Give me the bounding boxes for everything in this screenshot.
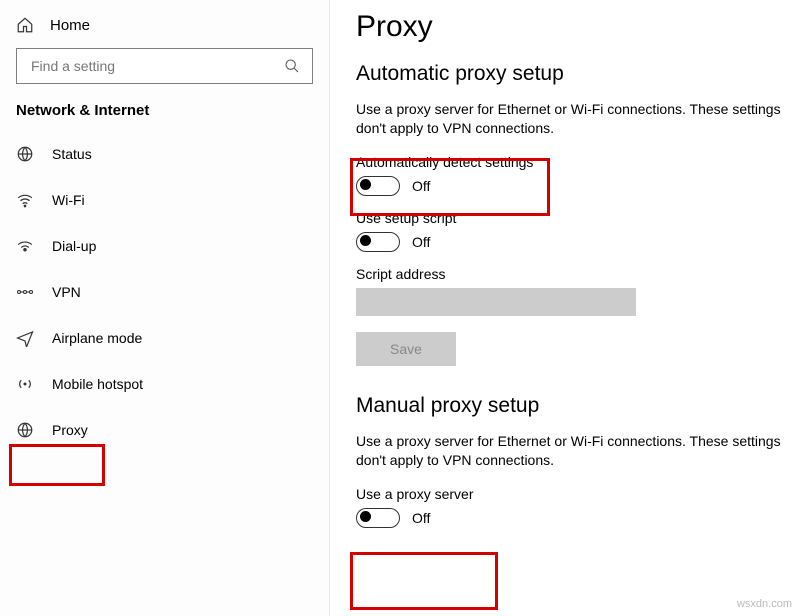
script-address-input[interactable] (356, 288, 636, 316)
vpn-icon (16, 283, 34, 301)
sidebar-item-hotspot[interactable]: Mobile hotspot (0, 361, 329, 407)
detect-label: Automatically detect settings (356, 154, 800, 170)
script-label: Use setup script (356, 210, 800, 226)
sidebar: Home Network & Internet Status (0, 0, 330, 616)
search-icon (284, 58, 300, 74)
script-toggle[interactable] (356, 232, 400, 252)
hotspot-icon (16, 375, 34, 393)
page-title: Proxy (356, 10, 800, 44)
use-proxy-toggle[interactable] (356, 508, 400, 528)
save-button[interactable]: Save (356, 332, 456, 366)
detect-toggle[interactable] (356, 176, 400, 196)
script-state: Off (412, 234, 430, 250)
sidebar-item-proxy[interactable]: Proxy (0, 407, 329, 453)
use-proxy-label: Use a proxy server (356, 486, 800, 502)
search-box[interactable] (16, 48, 313, 84)
auto-desc: Use a proxy server for Ethernet or Wi-Fi… (356, 100, 786, 138)
sidebar-item-label: VPN (52, 284, 81, 300)
sidebar-item-vpn[interactable]: VPN (0, 269, 329, 315)
home-label: Home (50, 17, 90, 34)
wifi-icon (16, 191, 34, 209)
home-link[interactable]: Home (0, 12, 329, 48)
sidebar-item-airplane[interactable]: Airplane mode (0, 315, 329, 361)
address-label: Script address (356, 266, 800, 282)
manual-heading: Manual proxy setup (356, 394, 800, 418)
sidebar-item-label: Proxy (52, 422, 88, 438)
sidebar-item-label: Wi-Fi (52, 192, 85, 208)
auto-heading: Automatic proxy setup (356, 62, 800, 86)
sidebar-item-status[interactable]: Status (0, 131, 329, 177)
sidebar-item-dialup[interactable]: Dial-up (0, 223, 329, 269)
search-input[interactable] (29, 57, 284, 75)
category-heading: Network & Internet (0, 102, 329, 131)
status-icon (16, 145, 34, 163)
sidebar-item-wifi[interactable]: Wi-Fi (0, 177, 329, 223)
sidebar-item-label: Status (52, 146, 92, 162)
watermark: wsxdn.com (737, 598, 792, 610)
content-pane: Proxy Automatic proxy setup Use a proxy … (330, 0, 800, 616)
sidebar-item-label: Mobile hotspot (52, 376, 143, 392)
manual-desc: Use a proxy server for Ethernet or Wi-Fi… (356, 432, 786, 470)
home-icon (16, 16, 34, 34)
sidebar-item-label: Airplane mode (52, 330, 142, 346)
airplane-icon (16, 329, 34, 347)
use-proxy-state: Off (412, 510, 430, 526)
proxy-icon (16, 421, 34, 439)
detect-state: Off (412, 178, 430, 194)
dialup-icon (16, 237, 34, 255)
sidebar-item-label: Dial-up (52, 238, 96, 254)
